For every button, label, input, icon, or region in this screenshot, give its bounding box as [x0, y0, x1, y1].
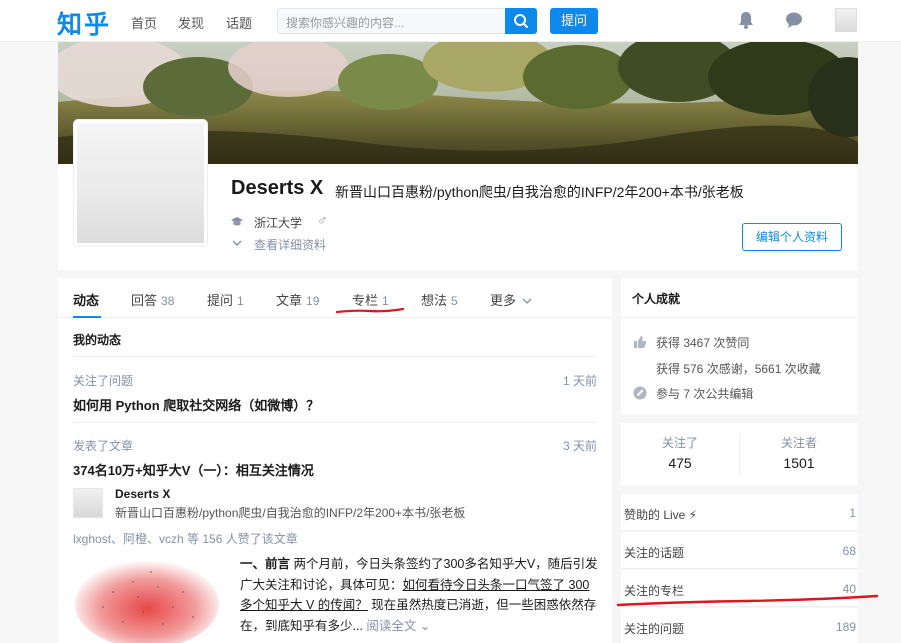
author-headline: 新晋山口百惠粉/python爬虫/自我治愈的INFP/2年200+本书/张老板	[115, 506, 466, 520]
article-excerpt[interactable]: 一、前言 两个月前，今日头条签约了300多名知乎大V，随后引发广大关注和讨论，具…	[240, 554, 600, 636]
profile-headline: 新晋山口百惠粉/python爬虫/自我治愈的INFP/2年200+本书/张老板	[335, 184, 744, 200]
following-label: 关注了	[661, 436, 698, 450]
activity-time: 3 天前	[562, 439, 597, 453]
tab-questions[interactable]: 提问 1	[207, 290, 244, 309]
active-tab-indicator	[73, 316, 101, 318]
sponsored-live-link[interactable]: 赞助的 Live ⚡ 1	[621, 494, 858, 531]
edit-profile-button[interactable]: 编辑个人资料	[742, 223, 842, 251]
likers-text[interactable]: lxghost、阿橙、vczh 等 156 人赞了该文章	[73, 530, 298, 547]
search-button[interactable]	[505, 8, 537, 34]
follow-stats-card: 关注了 475 关注者 1501	[621, 423, 858, 485]
profile-avatar[interactable]	[74, 120, 207, 246]
tab-more[interactable]: 更多	[490, 290, 532, 309]
activity-time: 1 天前	[562, 374, 597, 388]
zhihu-logo[interactable]: 知乎	[57, 5, 111, 41]
chevron-down-icon	[522, 298, 532, 304]
section-title: 我的动态	[73, 333, 122, 347]
tab-articles[interactable]: 文章 19	[276, 290, 319, 309]
view-details-link[interactable]: 查看详细资料	[254, 236, 326, 253]
nav-discover[interactable]: 发现	[178, 13, 204, 32]
achievement-thanks: 获得 576 次感谢，5661 次收藏	[656, 362, 821, 376]
edit-icon	[633, 386, 647, 400]
author-avatar[interactable]	[73, 488, 103, 518]
graduation-cap-icon	[231, 217, 243, 226]
male-gender-icon: ♂	[317, 212, 328, 228]
followers-count[interactable]: 1501	[740, 455, 858, 471]
ask-question-button[interactable]: 提问	[550, 8, 598, 34]
following-count[interactable]: 475	[621, 455, 739, 471]
top-navbar: 知乎 首页 发现 话题 搜索你感兴趣的内容... 提问	[0, 0, 901, 42]
followed-topics-link[interactable]: 关注的话题 68	[621, 532, 858, 569]
profile-name: Deserts X	[231, 177, 324, 199]
divider	[73, 356, 597, 357]
achievements-title: 个人成就	[632, 292, 681, 306]
achievement-upvotes: 获得 3467 次赞同	[656, 336, 750, 350]
user-avatar[interactable]	[835, 8, 857, 32]
divider	[621, 317, 858, 318]
search-icon	[514, 14, 528, 28]
nav-home[interactable]: 首页	[131, 13, 157, 32]
article-thumbnail[interactable]	[73, 552, 225, 643]
red-underline-annotation	[616, 594, 879, 607]
chevron-down-icon[interactable]	[231, 239, 243, 247]
activity-action: 关注了问题	[73, 374, 134, 388]
achievements-card: 个人成就 获得 3467 次赞同 获得 576 次感谢，5661 次收藏 参与 …	[621, 278, 858, 414]
tab-activity[interactable]: 动态	[73, 290, 99, 309]
bell-icon[interactable]	[738, 11, 754, 29]
followed-questions-link[interactable]: 关注的问题 189	[621, 608, 858, 643]
read-more-link[interactable]: 阅读全文 ⌄	[366, 619, 430, 633]
article-title-link[interactable]: 374名10万+知乎大V（一）：相互关注情况	[73, 460, 314, 479]
question-title-link[interactable]: 如何用 Python 爬取社交网络（如微博）？	[73, 395, 319, 414]
author-name[interactable]: Deserts X	[115, 487, 170, 501]
tab-answers[interactable]: 回答 38	[131, 290, 174, 309]
followers-label: 关注者	[780, 436, 817, 450]
activity-action: 发表了文章	[73, 439, 134, 453]
activity-feed-card: 动态 回答 38 提问 1 文章 19 专栏 1 想法 5 更多 我的动态 关注了问题 1…	[58, 278, 612, 643]
achievement-edits: 参与 7 次公共编辑	[656, 387, 754, 401]
red-underline-annotation	[335, 307, 405, 314]
search-input[interactable]: 搜索你感兴趣的内容...	[277, 8, 507, 34]
thumbs-up-icon	[634, 336, 647, 348]
tab-thoughts[interactable]: 想法 5	[421, 290, 458, 309]
divider	[73, 422, 597, 423]
profile-school: 浙江大学	[254, 216, 303, 230]
nav-topics[interactable]: 话题	[226, 13, 252, 32]
profile-header-card: Deserts X 新晋山口百惠粉/python爬虫/自我治愈的INFP/2年2…	[58, 42, 858, 270]
message-icon[interactable]	[785, 11, 803, 29]
